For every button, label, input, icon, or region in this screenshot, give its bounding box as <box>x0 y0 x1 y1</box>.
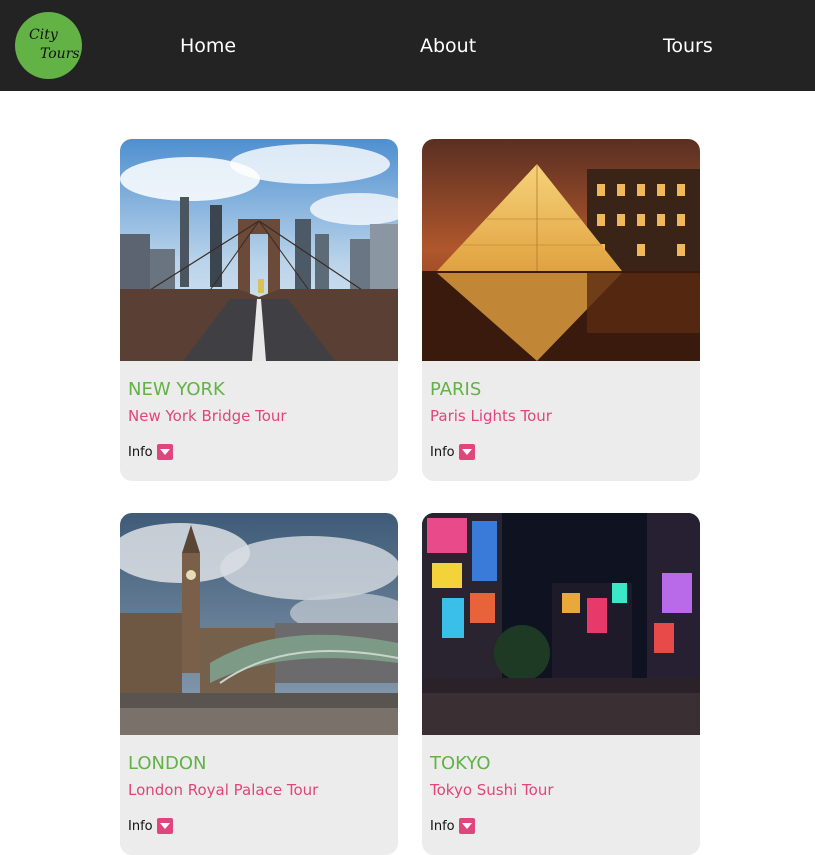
tour-card-london: LONDON London Royal Palace Tour Info <box>120 513 398 855</box>
nav-link-about[interactable]: About <box>420 34 476 58</box>
caret-down-icon[interactable] <box>157 444 173 460</box>
nav-link-tours[interactable]: Tours <box>663 34 713 58</box>
card-city-title: PARIS <box>430 379 482 400</box>
card-city-title: LONDON <box>128 753 207 774</box>
card-tour-name: London Royal Palace Tour <box>128 781 319 799</box>
logo-text-city: City <box>29 27 58 43</box>
caret-down-icon[interactable] <box>157 818 173 834</box>
card-city-title: TOKYO <box>430 753 491 774</box>
navbar: City Tours Home About Tours <box>0 0 815 91</box>
tour-card-tokyo: TOKYO Tokyo Sushi Tour Info <box>422 513 700 855</box>
caret-down-icon[interactable] <box>459 444 475 460</box>
card-info-label: Info <box>128 445 153 460</box>
card-info-label: Info <box>430 445 455 460</box>
card-tour-name: Paris Lights Tour <box>430 407 552 425</box>
new-york-bridge-image <box>120 139 398 361</box>
tour-card-new-york: NEW YORK New York Bridge Tour Info <box>120 139 398 481</box>
tour-card-paris: PARIS Paris Lights Tour Info <box>422 139 700 481</box>
logo-text-tours: Tours <box>40 46 80 62</box>
card-tour-name: New York Bridge Tour <box>128 407 287 425</box>
nav-link-home[interactable]: Home <box>180 34 236 58</box>
card-city-title: NEW YORK <box>128 379 225 400</box>
caret-down-icon[interactable] <box>459 818 475 834</box>
card-info-label: Info <box>430 819 455 834</box>
london-big-ben-image <box>120 513 398 735</box>
logo[interactable]: City Tours <box>15 12 82 79</box>
card-info-label: Info <box>128 819 153 834</box>
tokyo-shibuya-image <box>422 513 700 735</box>
card-tour-name: Tokyo Sushi Tour <box>430 781 554 799</box>
paris-louvre-image <box>422 139 700 361</box>
